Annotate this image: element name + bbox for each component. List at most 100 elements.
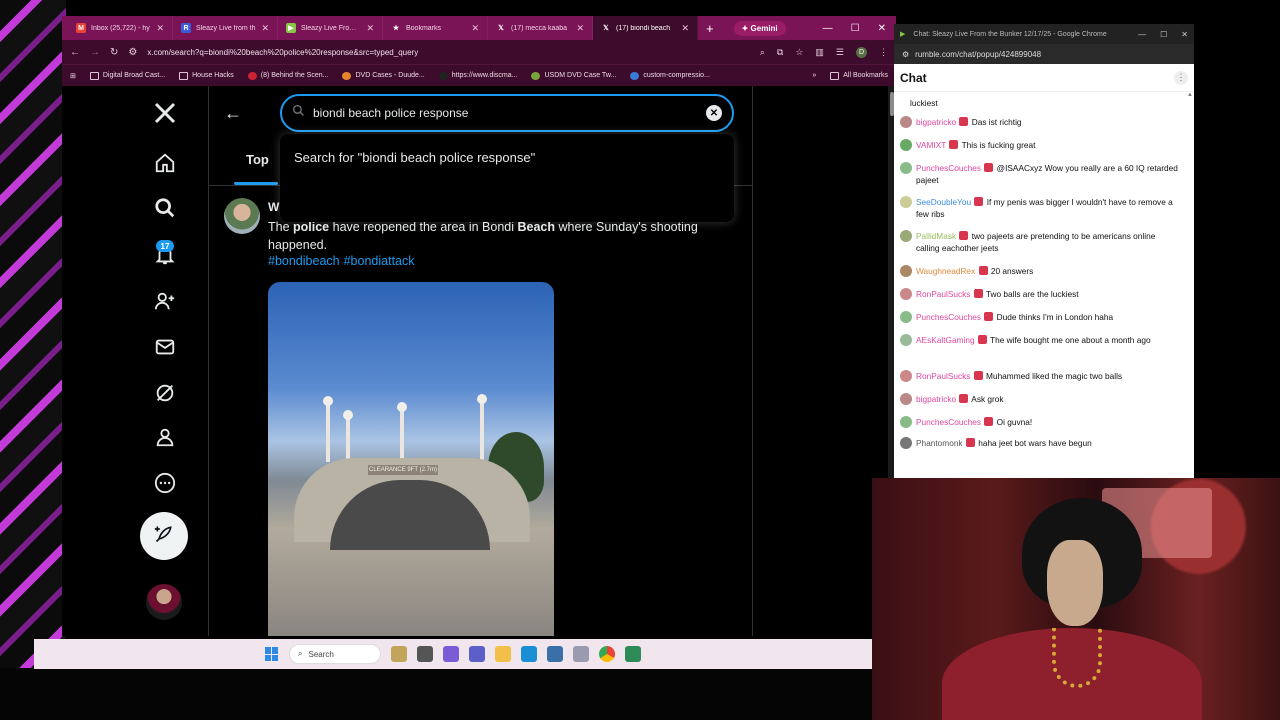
- zoom-icon[interactable]: ⌕: [760, 47, 765, 58]
- search-query-text[interactable]: biondi beach police response: [313, 106, 698, 120]
- site-info-icon[interactable]: ⚙: [902, 50, 909, 59]
- menu-icon[interactable]: ⋮: [879, 47, 888, 58]
- chat-user-avatar[interactable]: [900, 162, 912, 174]
- bookmark-item[interactable]: DVD Cases - Duude...: [342, 71, 425, 80]
- close-icon[interactable]: ✕: [156, 23, 164, 34]
- chat-user-avatar[interactable]: [900, 334, 912, 346]
- all-bookmarks[interactable]: All Bookmarks: [830, 71, 888, 80]
- chat-username[interactable]: PunchesCouches: [916, 312, 981, 322]
- side-panel-icon[interactable]: ▥: [815, 47, 824, 58]
- tab-gmail[interactable]: M Inbox (25,722) - hy ✕: [68, 16, 173, 40]
- tweet-photo[interactable]: CLEARANCE 9FT (2.7m): [268, 282, 554, 636]
- url-field[interactable]: x.com/search?q=biondi%20beach%20police%2…: [147, 48, 749, 57]
- chat-message[interactable]: luckiest: [900, 97, 1180, 109]
- tab-bookmarks[interactable]: ★ Bookmarks ✕: [383, 16, 488, 40]
- edge-icon[interactable]: [521, 646, 537, 662]
- chat-username[interactable]: Phantomonk: [916, 438, 963, 448]
- follow-people-icon[interactable]: [148, 284, 182, 318]
- close-icon[interactable]: ✕: [681, 23, 689, 34]
- messages-envelope-icon[interactable]: [148, 330, 182, 364]
- bookmark-item[interactable]: (8) Behind the Scen...: [247, 71, 328, 80]
- chat-user-avatar[interactable]: [900, 265, 912, 277]
- chat-user-avatar[interactable]: [900, 196, 912, 208]
- copilot-icon[interactable]: [443, 646, 459, 662]
- account-avatar[interactable]: [146, 584, 182, 620]
- close-icon[interactable]: ✕: [576, 23, 584, 34]
- x-logo-icon[interactable]: [148, 96, 182, 130]
- tab-x-mecca[interactable]: 𝕏 (17) mecca kaaba ✕: [488, 16, 593, 40]
- close-icon[interactable]: ✕: [366, 23, 374, 34]
- chat-message-list[interactable]: luckiest bigpatricko Das ist richtig VAMIX…: [894, 92, 1194, 458]
- chat-user-avatar[interactable]: [900, 393, 912, 405]
- chat-message[interactable]: PunchesCouches Oi guvna!: [900, 416, 1180, 428]
- more-bookmarks-icon[interactable]: »: [812, 72, 816, 80]
- maximize-icon[interactable]: ☐: [851, 23, 860, 34]
- app-icon[interactable]: [573, 646, 589, 662]
- chat-user-avatar[interactable]: [900, 116, 912, 128]
- back-arrow-icon[interactable]: ←: [222, 102, 244, 124]
- extensions-icon[interactable]: ☰: [836, 47, 844, 58]
- chat-menu-icon[interactable]: ⋮: [1174, 70, 1188, 85]
- tab-top[interactable]: Top: [246, 152, 269, 167]
- close-icon[interactable]: ✕: [261, 23, 269, 34]
- chat-user-avatar[interactable]: [900, 288, 912, 300]
- maximize-icon[interactable]: ☐: [1160, 30, 1167, 39]
- windows-start-icon[interactable]: [265, 647, 279, 661]
- chat-user-avatar[interactable]: [900, 437, 912, 449]
- chat-message[interactable]: PunchesCouches @ISAACxyz Wow you really …: [900, 162, 1180, 186]
- app-icon[interactable]: [625, 646, 641, 662]
- chat-message[interactable]: bigpatricko Ask grok: [900, 393, 1180, 405]
- chat-scrollbar[interactable]: [1187, 92, 1193, 440]
- chat-username[interactable]: RonPaulSucks: [916, 371, 970, 381]
- bookmark-star-icon[interactable]: ☆: [795, 47, 803, 58]
- file-explorer-icon[interactable]: [495, 646, 511, 662]
- chat-message[interactable]: RonPaulSucks Two balls are the luckiest: [900, 288, 1180, 300]
- chat-user-avatar[interactable]: [900, 230, 912, 242]
- chat-user-avatar[interactable]: [900, 370, 912, 382]
- hashtag-link[interactable]: #bondibeach: [268, 254, 340, 268]
- bookmark-item[interactable]: House Hacks: [179, 71, 234, 80]
- minimize-icon[interactable]: —: [1138, 30, 1146, 39]
- site-info-icon[interactable]: ⚙: [128, 47, 137, 58]
- search-input[interactable]: biondi beach police response ✕: [280, 94, 734, 132]
- chat-user-avatar[interactable]: [900, 311, 912, 323]
- chat-username[interactable]: AEsKaltGaming: [916, 335, 975, 345]
- chat-username[interactable]: PunchesCouches: [916, 417, 981, 427]
- tweet-author-avatar[interactable]: [224, 198, 260, 234]
- tweet-author-name[interactable]: W: [268, 200, 279, 214]
- bookmark-item[interactable]: Digital Broad Cast...: [89, 71, 165, 80]
- chat-user-avatar[interactable]: [900, 139, 912, 151]
- bookmark-item[interactable]: https://www.discma...: [438, 71, 517, 80]
- chat-message[interactable]: RonPaulSucks Muhammed liked the magic tw…: [900, 370, 1180, 382]
- tab-x-biondi[interactable]: 𝕏 (17) biondi beach ✕: [593, 16, 698, 40]
- bookmark-item[interactable]: custom-compressio...: [630, 71, 710, 80]
- chat-username[interactable]: PunchesCouches: [916, 163, 981, 173]
- back-arrow-icon[interactable]: ←: [70, 47, 80, 58]
- chat-message[interactable]: PunchesCouches Dude thinks I'm in London…: [900, 311, 1180, 323]
- chat-username[interactable]: bigpatricko: [916, 394, 956, 404]
- hashtag-link[interactable]: #bondiattack: [344, 254, 415, 268]
- store-icon[interactable]: [547, 646, 563, 662]
- tab-rumble-2[interactable]: ▶ Sleazy Live From th ✕: [278, 16, 383, 40]
- reload-icon[interactable]: ↻: [110, 47, 118, 58]
- close-window-icon[interactable]: ✕: [878, 23, 886, 34]
- forward-arrow-icon[interactable]: →: [90, 47, 100, 58]
- gemini-button[interactable]: ✦ Gemini: [733, 20, 786, 36]
- chat-username[interactable]: VAMIXT: [916, 140, 946, 150]
- chat-username[interactable]: RonPaulSucks: [916, 289, 970, 299]
- chat-username[interactable]: PallidMask: [916, 231, 956, 241]
- new-tab-button[interactable]: +: [698, 21, 722, 36]
- chat-url[interactable]: rumble.com/chat/popup/424899048: [915, 50, 1041, 59]
- home-icon[interactable]: [148, 146, 182, 180]
- teams-icon[interactable]: [469, 646, 485, 662]
- bookmark-item[interactable]: USDM DVD Case Tw...: [531, 71, 616, 80]
- chat-message[interactable]: AEsKaltGaming The wife bought me one abo…: [900, 334, 1180, 346]
- minimize-icon[interactable]: —: [823, 23, 833, 34]
- apps-grid-icon[interactable]: ⊞: [70, 72, 76, 80]
- chat-username[interactable]: bigpatricko: [916, 117, 956, 127]
- chat-message[interactable]: VAMIXT This is fucking great: [900, 139, 1180, 151]
- chat-message[interactable]: bigpatricko Das ist richtig: [900, 116, 1180, 128]
- post-button[interactable]: [140, 512, 188, 560]
- grok-icon[interactable]: [148, 376, 182, 410]
- chat-message[interactable]: SeeDoubleYou If my penis was bigger I wo…: [900, 196, 1180, 220]
